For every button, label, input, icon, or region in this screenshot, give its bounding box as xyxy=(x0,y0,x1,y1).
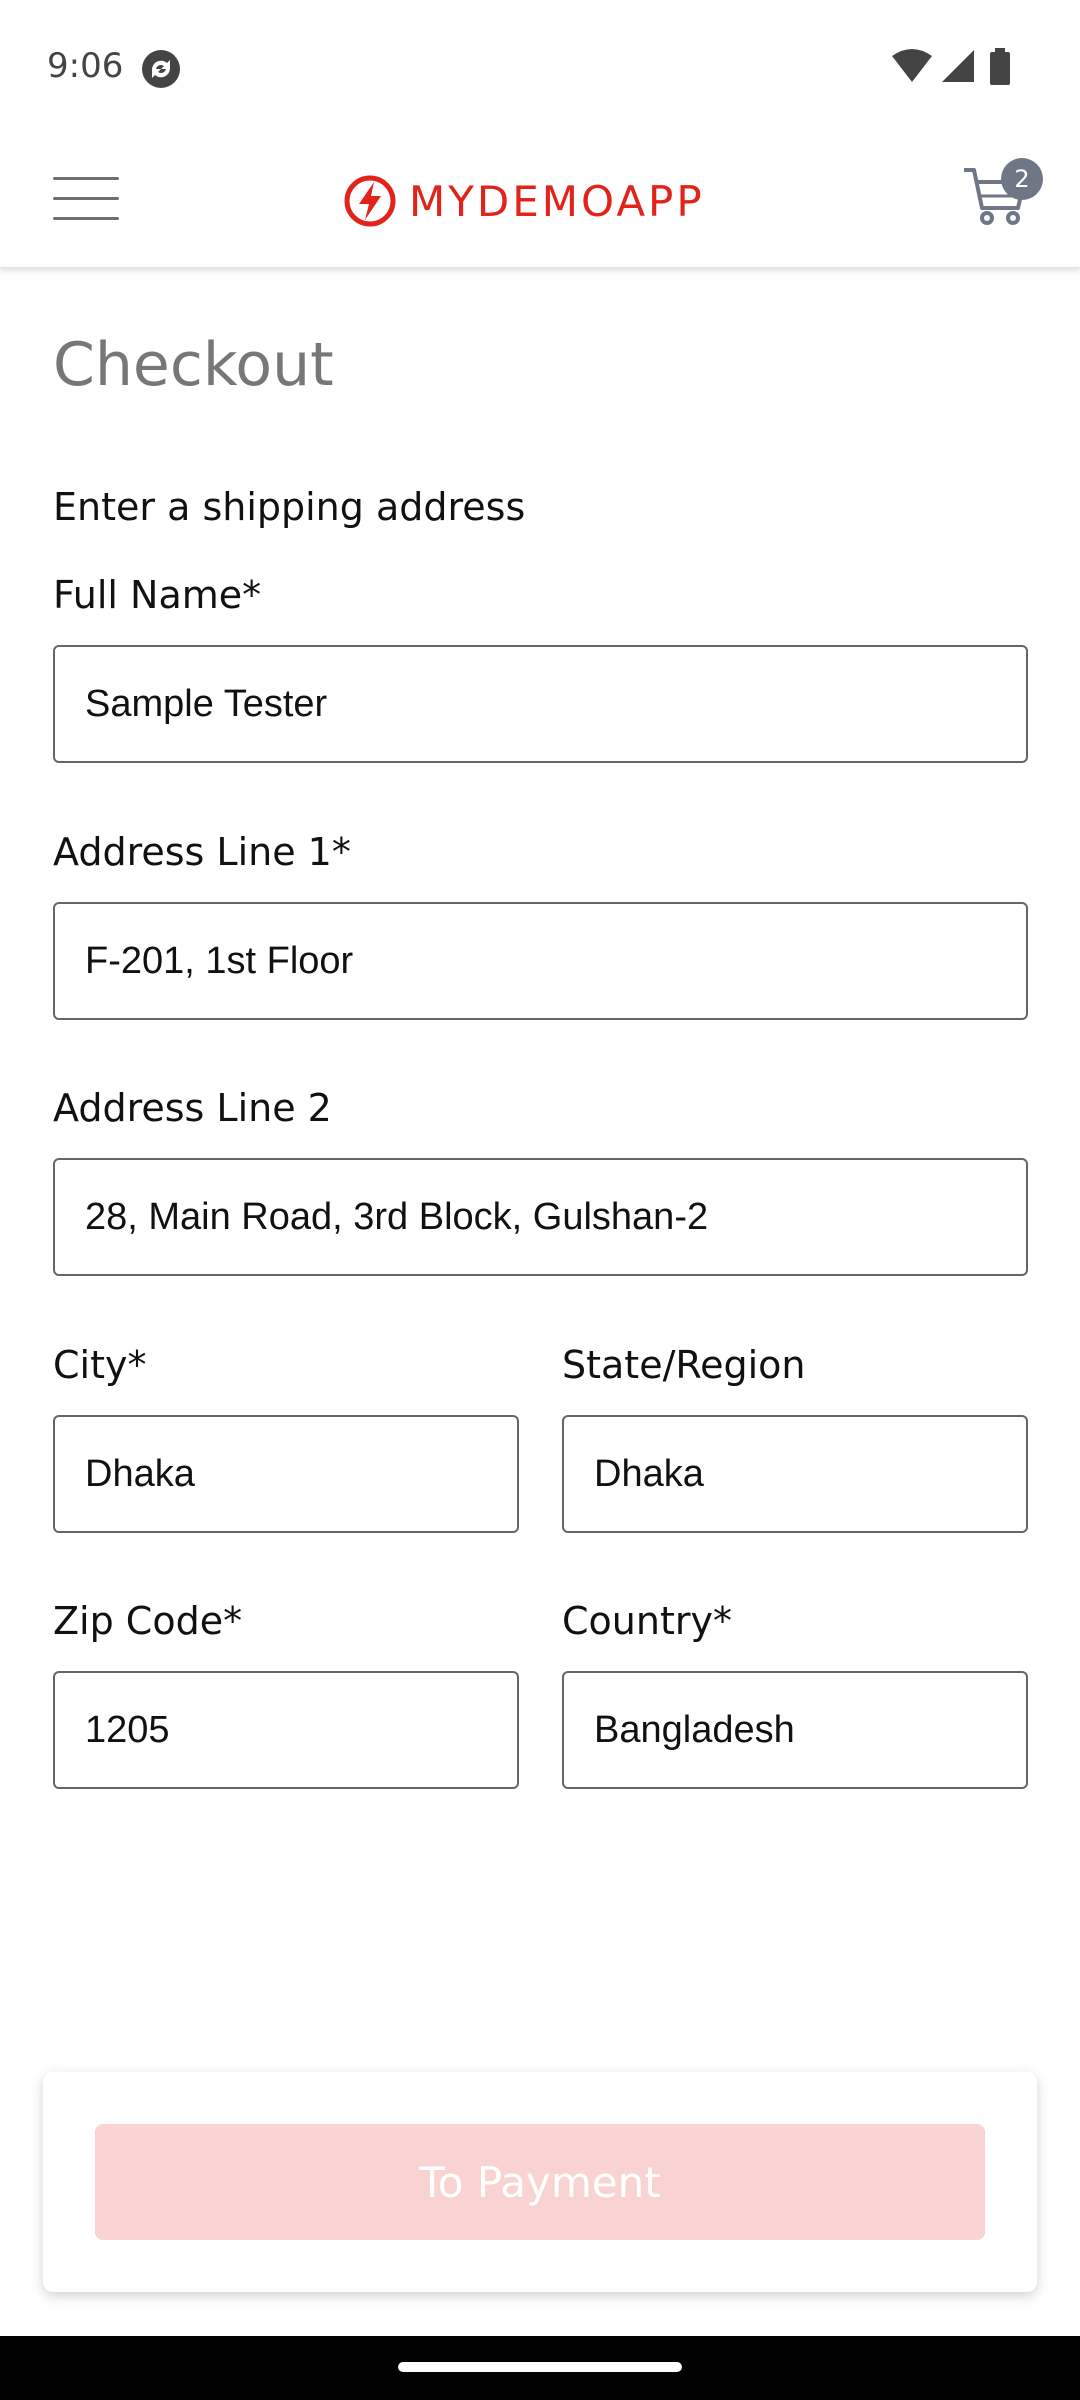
status-time: 9:06 xyxy=(47,46,124,86)
state-region-field[interactable] xyxy=(562,1415,1028,1533)
menu-icon[interactable] xyxy=(53,177,119,221)
app-logo-text: MYDEMOAPP xyxy=(409,177,705,226)
system-nav-bar xyxy=(0,2336,1080,2400)
page-title: Checkout xyxy=(53,330,334,400)
status-bar: 9:06 xyxy=(0,0,1080,135)
country-label: Country* xyxy=(562,1599,732,1643)
state-region-label: State/Region xyxy=(562,1343,806,1387)
cart-count-badge: 2 xyxy=(1001,158,1043,200)
zip-code-label: Zip Code* xyxy=(53,1599,243,1643)
battery-icon xyxy=(990,48,1010,85)
address-line-2-field[interactable] xyxy=(53,1158,1028,1276)
address-line-2-label: Address Line 2 xyxy=(53,1086,332,1130)
address-line-1-label: Address Line 1* xyxy=(53,830,351,874)
checkout-footer: To Payment xyxy=(43,2072,1037,2292)
app-header: MYDEMOAPP xyxy=(0,135,1080,268)
app-logo: MYDEMOAPP xyxy=(343,173,743,229)
address-line-1-field[interactable] xyxy=(53,902,1028,1020)
full-name-field[interactable] xyxy=(53,645,1028,763)
app-logo-label: MYDEMOAPP xyxy=(409,176,705,226)
to-payment-button[interactable]: To Payment xyxy=(95,2124,985,2240)
wifi-icon xyxy=(892,49,932,82)
lightning-logo-icon xyxy=(344,175,396,227)
sync-icon xyxy=(142,50,180,88)
country-field[interactable] xyxy=(562,1671,1028,1789)
full-name-label: Full Name* xyxy=(53,573,262,617)
status-icons xyxy=(890,48,1040,88)
city-field[interactable] xyxy=(53,1415,519,1533)
zip-code-field[interactable] xyxy=(53,1671,519,1789)
signal-icon xyxy=(942,50,974,82)
home-gesture-handle[interactable] xyxy=(398,2362,682,2372)
section-title: Enter a shipping address xyxy=(53,485,526,529)
city-label: City* xyxy=(53,1343,147,1387)
